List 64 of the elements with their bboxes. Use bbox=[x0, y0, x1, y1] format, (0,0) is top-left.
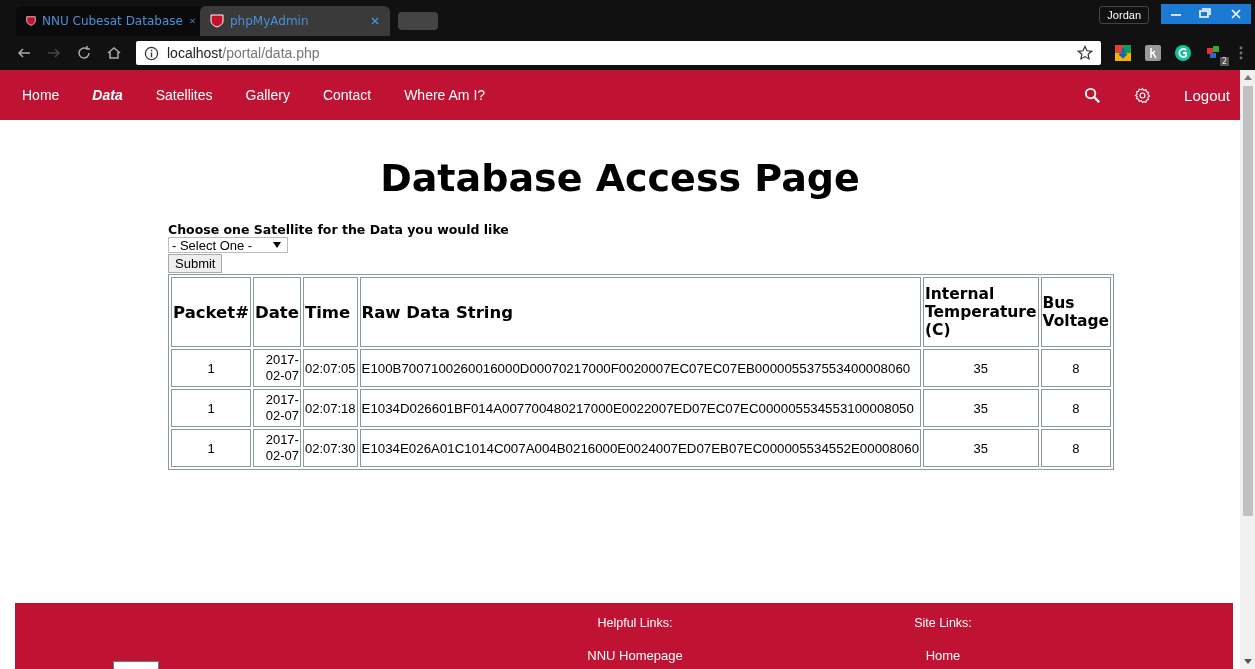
satellite-dropdown[interactable]: - Select One - bbox=[168, 237, 288, 253]
scroll-down-icon[interactable] bbox=[1243, 659, 1252, 664]
table-cell: 8 bbox=[1040, 429, 1112, 467]
download-arrow-icon[interactable] bbox=[1115, 45, 1131, 61]
close-icon[interactable] bbox=[370, 16, 380, 26]
column-header: Time bbox=[302, 277, 358, 347]
submit-button[interactable]: Submit bbox=[168, 254, 223, 273]
shield-icon bbox=[26, 14, 36, 28]
footer-heading: Site Links: bbox=[914, 616, 972, 630]
nav-link[interactable]: Contact bbox=[322, 87, 372, 103]
table-cell: 2017-02-07 bbox=[253, 389, 301, 427]
nav-link[interactable]: Gallery bbox=[245, 87, 290, 103]
footer-link[interactable]: Home bbox=[925, 648, 961, 663]
column-header: Packet# bbox=[171, 277, 251, 347]
letter-tile-icon[interactable] bbox=[1145, 45, 1161, 61]
table-cell: 8 bbox=[1040, 389, 1112, 427]
table-cell: 8 bbox=[1040, 349, 1112, 387]
table-cell: 35 bbox=[923, 389, 1039, 427]
url-text: localhost/portal/data.php bbox=[167, 45, 321, 61]
column-header: Raw Data String bbox=[359, 277, 922, 347]
info-icon bbox=[144, 45, 159, 61]
table-cell: 02:07:30 bbox=[302, 429, 358, 467]
footer-link[interactable]: NNU Homepage bbox=[587, 648, 683, 663]
address-bar[interactable]: localhost/portal/data.php bbox=[136, 41, 1101, 65]
blocks-icon[interactable] bbox=[1205, 44, 1221, 60]
shield-icon bbox=[210, 14, 224, 28]
scrollbar[interactable] bbox=[1240, 70, 1255, 669]
caret-icon bbox=[273, 242, 281, 248]
letter-g-icon[interactable] bbox=[1175, 45, 1191, 61]
search-icon[interactable] bbox=[1084, 86, 1102, 104]
logout-link[interactable]: Logout bbox=[1184, 86, 1230, 104]
table-cell: 35 bbox=[923, 429, 1039, 467]
nav-link[interactable]: Where Am I? bbox=[404, 87, 486, 103]
table-cell: 2017-02-07 bbox=[253, 349, 301, 387]
nav-link[interactable]: Data bbox=[92, 87, 123, 103]
star-icon[interactable] bbox=[1077, 45, 1093, 61]
home-icon[interactable] bbox=[106, 45, 122, 61]
extension-badge: 2 bbox=[1219, 57, 1229, 66]
table-cell: 1 bbox=[171, 389, 251, 427]
menu-icon[interactable] bbox=[1239, 45, 1243, 61]
table-cell: 02:07:18 bbox=[302, 389, 358, 427]
column-header: Internal Temperature (C) bbox=[923, 277, 1039, 347]
settings-icon[interactable] bbox=[1134, 86, 1152, 104]
form-label: Choose one Satellite for the Data you would like bbox=[168, 222, 509, 237]
table-cell: 35 bbox=[923, 349, 1039, 387]
nav-link[interactable]: Satellites bbox=[155, 87, 213, 103]
reload-icon[interactable] bbox=[76, 45, 92, 61]
close-icon[interactable] bbox=[188, 16, 196, 26]
table-cell: E100B7007100260016000D00070217000F0020007EC07EC07EB000005537553400008060 bbox=[359, 349, 922, 387]
logo-placeholder bbox=[113, 661, 159, 669]
column-header: Date bbox=[253, 277, 301, 347]
page-title: Database Access Page bbox=[379, 156, 861, 200]
nav-link[interactable]: Home bbox=[22, 87, 60, 103]
table-cell: 02:07:05 bbox=[302, 349, 358, 387]
table-cell: E1034D026601BF014A007700480217000E0022007ED07EC07EC000005534553100008050 bbox=[359, 389, 922, 427]
browser-tab[interactable]: phpMyAdmin bbox=[200, 6, 390, 36]
footer-heading: Helpful Links: bbox=[597, 616, 673, 630]
column-header: Bus Voltage bbox=[1040, 277, 1112, 347]
table-cell: 1 bbox=[171, 429, 251, 467]
table-cell: 2017-02-07 bbox=[253, 429, 301, 467]
scroll-up-icon[interactable] bbox=[1243, 75, 1252, 80]
table-cell: 1 bbox=[171, 349, 251, 387]
table-cell: E1034E026A01C1014C007A004B0216000E0024007ED07EB07EC000005534552E00008060 bbox=[359, 429, 922, 467]
profile-button[interactable]: Jordan bbox=[1099, 6, 1149, 24]
